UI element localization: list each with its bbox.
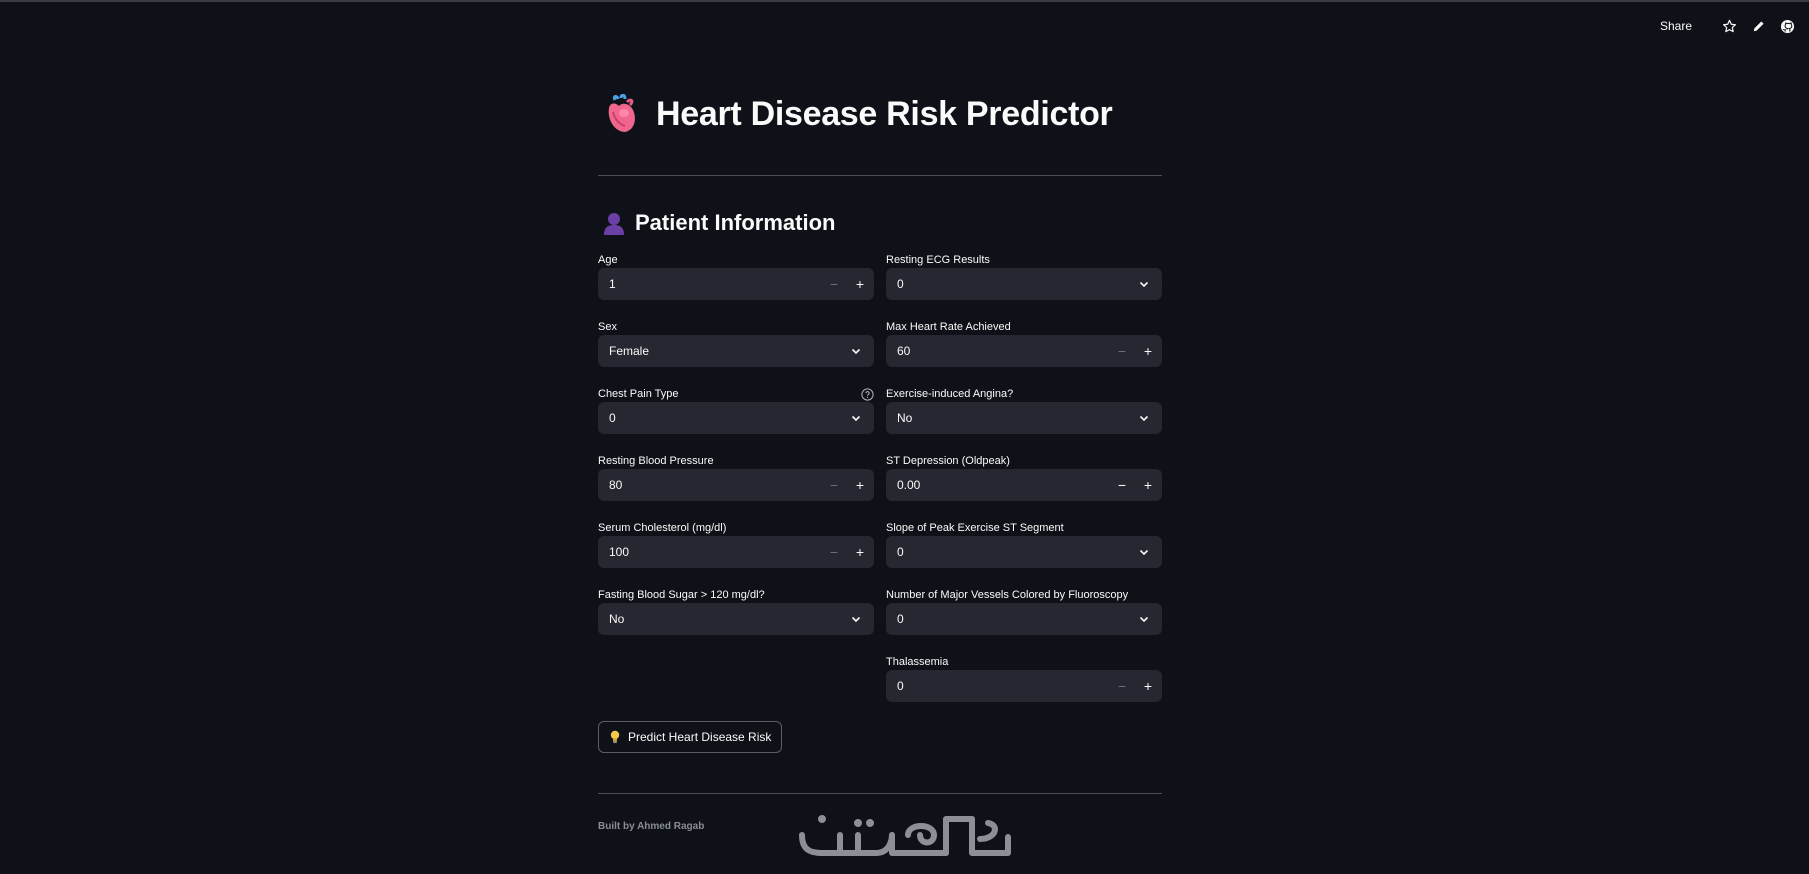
share-button[interactable]: Share [1660, 19, 1692, 33]
chevron-down-icon [1139, 281, 1149, 288]
chest-pain-label: Chest Pain Type [598, 388, 679, 400]
thalassemia-field: Thalassemia 0 − + [886, 655, 1162, 702]
lightbulb-icon [610, 730, 620, 744]
fasting-sugar-select[interactable]: No [598, 603, 874, 635]
vessels-value: 0 [897, 612, 904, 626]
vessels-field: Number of Major Vessels Colored by Fluor… [886, 588, 1162, 635]
resting-ecg-field: Resting ECG Results 0 [886, 253, 1162, 300]
top-border [0, 0, 1809, 2]
age-value: 1 [609, 277, 616, 291]
resting-bp-field: Resting Blood Pressure 80 − + [598, 454, 874, 501]
oldpeak-decrement-button[interactable]: − [1109, 469, 1135, 501]
cholesterol-input[interactable]: 100 − + [598, 536, 874, 568]
chevron-down-icon [851, 616, 861, 623]
anatomical-heart-icon [608, 94, 635, 132]
chest-pain-select[interactable]: 0 [598, 402, 874, 434]
resting-ecg-value: 0 [897, 277, 904, 291]
max-hr-value: 60 [897, 344, 911, 358]
age-input[interactable]: 1 − + [598, 268, 874, 300]
cholesterol-decrement-button[interactable]: − [821, 536, 847, 568]
oldpeak-input[interactable]: 0.00 − + [886, 469, 1162, 501]
chevron-down-icon [1139, 616, 1149, 623]
chest-pain-field: Chest Pain Type 0 [598, 387, 874, 434]
resting-ecg-label: Resting ECG Results [886, 254, 990, 266]
age-increment-button[interactable]: + [847, 268, 873, 300]
cholesterol-label: Serum Cholesterol (mg/dl) [598, 522, 727, 534]
star-icon[interactable] [1721, 18, 1737, 34]
predict-button-label: Predict Heart Disease Risk [628, 730, 772, 744]
angina-field: Exercise-induced Angina? No [886, 387, 1162, 434]
fasting-sugar-label: Fasting Blood Sugar > 120 mg/dl? [598, 589, 765, 601]
age-field: Age 1 − + [598, 253, 874, 300]
pencil-icon[interactable] [1750, 18, 1766, 34]
slope-field: Slope of Peak Exercise ST Segment 0 [886, 521, 1162, 568]
cholesterol-field: Serum Cholesterol (mg/dl) 100 − + [598, 521, 874, 568]
footer-credit: Built by Ahmed Ragab [598, 821, 705, 832]
page-title: Heart Disease Risk Predictor [656, 94, 1113, 133]
slope-select[interactable]: 0 [886, 536, 1162, 568]
resting-bp-value: 80 [609, 478, 623, 492]
thalassemia-increment-button[interactable]: + [1135, 670, 1161, 702]
angina-select[interactable]: No [886, 402, 1162, 434]
age-decrement-button[interactable]: − [821, 268, 847, 300]
max-hr-increment-button[interactable]: + [1135, 335, 1161, 367]
header-divider [598, 175, 1162, 176]
chevron-down-icon [1139, 415, 1149, 422]
slope-label: Slope of Peak Exercise ST Segment [886, 522, 1064, 534]
thalassemia-decrement-button[interactable]: − [1109, 670, 1135, 702]
angina-label: Exercise-induced Angina? [886, 388, 1014, 400]
oldpeak-label: ST Depression (Oldpeak) [886, 455, 1010, 467]
sex-select[interactable]: Female [598, 335, 874, 367]
angina-value: No [897, 411, 913, 425]
chest-pain-value: 0 [609, 411, 616, 425]
predict-button[interactable]: Predict Heart Disease Risk [598, 721, 783, 753]
resting-bp-decrement-button[interactable]: − [821, 469, 847, 501]
section-title: Patient Information [635, 210, 836, 235]
vessels-label: Number of Major Vessels Colored by Fluor… [886, 589, 1129, 601]
fasting-sugar-value: No [609, 612, 625, 626]
person-silhouette-icon [604, 213, 624, 235]
vessels-select[interactable]: 0 [886, 603, 1162, 635]
max-hr-input[interactable]: 60 − + [886, 335, 1162, 367]
help-icon[interactable] [861, 388, 874, 401]
chevron-down-icon [1139, 549, 1149, 556]
fasting-sugar-field: Fasting Blood Sugar > 120 mg/dl? No [598, 588, 874, 635]
thalassemia-input[interactable]: 0 − + [886, 670, 1162, 702]
sex-label: Sex [598, 321, 617, 333]
footer-divider [598, 793, 1162, 794]
slope-value: 0 [897, 545, 904, 559]
sex-value: Female [609, 344, 650, 358]
chevron-down-icon [851, 348, 861, 355]
oldpeak-value: 0.00 [897, 478, 921, 492]
cholesterol-value: 100 [609, 545, 630, 559]
resting-bp-label: Resting Blood Pressure [598, 455, 714, 467]
watermark-logo [799, 815, 1011, 856]
sex-field: Sex Female [598, 320, 874, 367]
section-header: Patient Information [602, 210, 835, 236]
max-hr-field: Max Heart Rate Achieved 60 − + [886, 320, 1162, 367]
resting-bp-increment-button[interactable]: + [847, 469, 873, 501]
max-hr-decrement-button[interactable]: − [1109, 335, 1135, 367]
cholesterol-increment-button[interactable]: + [847, 536, 873, 568]
thalassemia-value: 0 [897, 679, 904, 693]
oldpeak-increment-button[interactable]: + [1135, 469, 1161, 501]
oldpeak-field: ST Depression (Oldpeak) 0.00 − + [886, 454, 1162, 501]
resting-bp-input[interactable]: 80 − + [598, 469, 874, 501]
age-label: Age [598, 254, 618, 266]
page-header: Heart Disease Risk Predictor [603, 94, 1113, 134]
github-icon[interactable] [1779, 18, 1795, 34]
max-hr-label: Max Heart Rate Achieved [886, 321, 1011, 333]
app-toolbar: Share [1660, 16, 1795, 36]
thalassemia-label: Thalassemia [886, 656, 949, 668]
chevron-down-icon [851, 415, 861, 422]
resting-ecg-select[interactable]: 0 [886, 268, 1162, 300]
